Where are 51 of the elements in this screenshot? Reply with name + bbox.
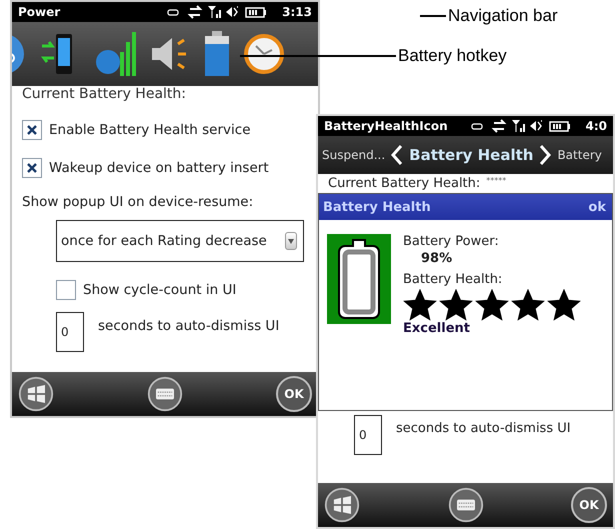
chevron-left-icon[interactable]: [391, 144, 404, 166]
phone-signal-icon[interactable]: [94, 30, 136, 78]
ok-button[interactable]: OK: [571, 487, 607, 523]
seconds-field[interactable]: 0: [354, 415, 382, 455]
section-heading: Current Battery Health:: [22, 86, 187, 102]
star-icon: [547, 289, 581, 321]
checkbox[interactable]: [56, 280, 76, 300]
previous-page-link[interactable]: Suspend...: [322, 148, 386, 162]
app-title: BatteryHealthIcon: [324, 119, 449, 133]
seconds-label: seconds to auto-dismiss UI: [98, 318, 280, 334]
app-title: Power: [18, 5, 62, 19]
ok-link[interactable]: ok: [588, 200, 606, 214]
checkbox-label: Wakeup device on battery insert: [49, 160, 269, 176]
callout-label: Navigation bar: [448, 6, 558, 26]
power-value: 98%: [421, 251, 454, 266]
chevron-right-icon[interactable]: [539, 144, 552, 166]
ok-button[interactable]: OK: [276, 376, 312, 412]
health-label: Battery Health:: [403, 272, 504, 287]
health-rating: Excellent: [403, 321, 471, 336]
popup-label: Show popup UI on device-resume:: [22, 194, 254, 210]
battery-icon[interactable]: [204, 31, 230, 77]
star-icon: [439, 289, 473, 321]
caret-icon: [285, 232, 297, 250]
popup-dropdown[interactable]: once for each Rating decrease: [56, 220, 304, 262]
battery-icon: [327, 234, 391, 324]
checkbox[interactable]: [22, 158, 42, 178]
callout-label: Battery hotkey: [398, 46, 507, 66]
dialog-title: Battery Health: [323, 200, 431, 214]
windows-start-icon[interactable]: [324, 487, 360, 523]
clock-time: 4:0: [586, 119, 607, 133]
checkbox-label: Show cycle-count in UI: [83, 282, 236, 298]
leader-line: [420, 15, 446, 17]
keyboard-icon[interactable]: [147, 376, 183, 412]
clock-time: 3:13: [282, 5, 312, 19]
power-label: Battery Power:: [403, 234, 500, 249]
health-value: *****: [486, 176, 506, 187]
seconds-field[interactable]: 0: [56, 312, 84, 352]
windows-start-icon[interactable]: [18, 376, 54, 412]
next-page-link[interactable]: Battery: [557, 148, 602, 162]
star-icon: [475, 289, 509, 321]
x-mark-icon: [26, 162, 38, 174]
seconds-label: seconds to auto-dismiss UI: [396, 421, 571, 436]
x-mark-icon: [26, 124, 38, 136]
section-heading: Current Battery Health:: [328, 176, 480, 191]
star-icon: [511, 289, 545, 321]
checkbox[interactable]: [22, 120, 42, 140]
star-icon: [403, 289, 437, 321]
clock-icon[interactable]: [244, 34, 284, 74]
current-page-title: Battery Health: [409, 146, 534, 164]
checkbox-label: Enable Battery Health service: [49, 122, 251, 138]
keyboard-icon[interactable]: [448, 487, 484, 523]
